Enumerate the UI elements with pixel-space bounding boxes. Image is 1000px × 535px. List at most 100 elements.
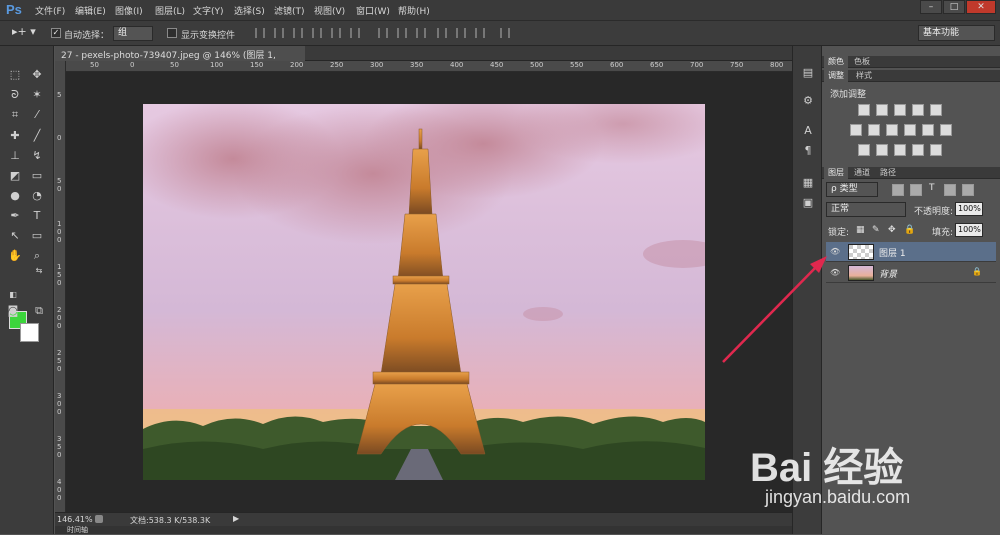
- timeline-panel-tab[interactable]: 时间轴: [55, 526, 792, 534]
- lock-all-icon[interactable]: 🔒: [904, 225, 915, 235]
- tab-adjustments[interactable]: 调整: [824, 70, 848, 82]
- menu-image[interactable]: 图像(I): [115, 4, 143, 17]
- posterize-icon[interactable]: [876, 144, 888, 156]
- distribute-vcenter-icon[interactable]: [397, 28, 407, 38]
- menu-select[interactable]: 选择(S): [234, 4, 265, 17]
- type-tool-icon[interactable]: T: [30, 209, 44, 223]
- distribute-hcenter-icon[interactable]: [456, 28, 466, 38]
- tab-paths[interactable]: 路径: [876, 167, 900, 179]
- menu-view[interactable]: 视图(V): [314, 4, 345, 17]
- healing-tool-icon[interactable]: ✚: [8, 129, 22, 143]
- menu-edit[interactable]: 编辑(E): [75, 4, 106, 17]
- selective-color-icon[interactable]: [930, 144, 942, 156]
- dodge-tool-icon[interactable]: ◔: [30, 189, 44, 203]
- hue-saturation-icon[interactable]: [850, 124, 862, 136]
- tab-styles[interactable]: 样式: [852, 70, 876, 82]
- filter-shape-icon[interactable]: [944, 184, 956, 196]
- character-panel-icon[interactable]: A: [801, 124, 815, 138]
- distribute-right-icon[interactable]: [475, 28, 485, 38]
- distribute-bottom-icon[interactable]: [416, 28, 426, 38]
- channel-mixer-icon[interactable]: [922, 124, 934, 136]
- maximize-button[interactable]: □: [943, 0, 965, 14]
- tab-swatches[interactable]: 色板: [850, 56, 874, 68]
- auto-select-checkbox[interactable]: ✓: [51, 28, 61, 38]
- swap-colors-icon[interactable]: ⇆: [32, 264, 46, 278]
- align-hcenter-icon[interactable]: [331, 28, 341, 38]
- layer-name[interactable]: 背景: [879, 267, 897, 280]
- horizontal-ruler[interactable]: 50 0 50 100 150 200 250 300 350 400 450 500 550 600 65…: [66, 61, 792, 72]
- blur-tool-icon[interactable]: ●: [8, 189, 22, 203]
- photo-filter-icon[interactable]: [904, 124, 916, 136]
- path-selection-tool-icon[interactable]: ↖: [8, 229, 22, 243]
- magic-wand-tool-icon[interactable]: ✶: [30, 88, 44, 102]
- move-tool-preset-icon[interactable]: ▸+ ▾: [12, 25, 36, 38]
- zoom-level[interactable]: 146.41%: [57, 515, 93, 524]
- tab-layers[interactable]: 图层: [824, 167, 848, 179]
- minimize-button[interactable]: –: [920, 0, 942, 14]
- threshold-icon[interactable]: [894, 144, 906, 156]
- align-top-icon[interactable]: [255, 28, 265, 38]
- zoom-tool-icon[interactable]: ⌕: [30, 249, 44, 263]
- eyedropper-tool-icon[interactable]: ⁄: [30, 108, 44, 122]
- distribute-left-icon[interactable]: [437, 28, 447, 38]
- distribute-top-icon[interactable]: [378, 28, 388, 38]
- align-bottom-icon[interactable]: [293, 28, 303, 38]
- background-color-swatch[interactable]: [20, 323, 39, 342]
- layer-filter-kind[interactable]: ρ 类型: [826, 182, 878, 197]
- filter-smart-object-icon[interactable]: [962, 184, 974, 196]
- align-right-icon[interactable]: [350, 28, 360, 38]
- fill-input[interactable]: 100%: [955, 223, 983, 237]
- invert-icon[interactable]: [858, 144, 870, 156]
- gradient-tool-icon[interactable]: ▭: [30, 169, 44, 183]
- info-panel-icon[interactable]: ▣: [801, 196, 815, 210]
- brush-tool-icon[interactable]: ╱: [30, 129, 44, 143]
- menu-layer[interactable]: 图层(L): [155, 4, 185, 17]
- hand-tool-icon[interactable]: ✋: [8, 249, 22, 263]
- close-window-button[interactable]: ✕: [966, 0, 996, 14]
- status-menu-arrow-icon[interactable]: ▶: [233, 514, 239, 523]
- tab-color[interactable]: 颜色: [824, 56, 848, 68]
- align-left-icon[interactable]: [312, 28, 322, 38]
- show-transform-checkbox[interactable]: [167, 28, 177, 38]
- vibrance-icon[interactable]: [930, 104, 942, 116]
- filter-type-icon[interactable]: T: [929, 183, 935, 193]
- rectangle-tool-icon[interactable]: ▭: [30, 229, 44, 243]
- layer-row-background[interactable]: 👁 背景 🔒: [826, 263, 996, 283]
- blend-mode-dropdown[interactable]: 正常: [826, 202, 906, 217]
- paragraph-panel-icon[interactable]: ¶: [801, 144, 815, 158]
- pen-tool-icon[interactable]: ✒: [8, 209, 22, 223]
- filter-adjustment-icon[interactable]: [910, 184, 922, 196]
- opacity-input[interactable]: 100%: [955, 202, 983, 216]
- history-brush-tool-icon[interactable]: ↯: [30, 149, 44, 163]
- quick-mask-icon[interactable]: ◙: [6, 304, 20, 318]
- default-colors-icon[interactable]: ◧: [6, 288, 20, 302]
- filter-pixel-icon[interactable]: [892, 184, 904, 196]
- layer-row-layer1[interactable]: 👁 图层 1: [826, 242, 996, 262]
- menu-help[interactable]: 帮助(H): [398, 4, 430, 17]
- marquee-tool-icon[interactable]: ⬚: [8, 68, 22, 82]
- vertical-ruler[interactable]: 5 0 5 0 1 0 0 1 5 0 2 0 0 2 5 0 3 0 0 3 5 0 4 0 0: [55, 61, 66, 512]
- clone-stamp-tool-icon[interactable]: ⊥: [8, 149, 22, 163]
- status-info-icon[interactable]: [95, 515, 103, 523]
- lock-position-icon[interactable]: ✥: [888, 225, 896, 235]
- levels-icon[interactable]: [876, 104, 888, 116]
- color-lookup-icon[interactable]: [940, 124, 952, 136]
- auto-select-dropdown[interactable]: 组: [113, 26, 153, 41]
- screen-mode-icon[interactable]: ⧉: [32, 304, 46, 318]
- exposure-icon[interactable]: [912, 104, 924, 116]
- actions-panel-icon[interactable]: ⚙: [801, 94, 815, 108]
- curves-icon[interactable]: [894, 104, 906, 116]
- menu-filter[interactable]: 滤镜(T): [274, 4, 305, 17]
- lock-transparent-icon[interactable]: ▦: [856, 225, 865, 235]
- tab-channels[interactable]: 通道: [850, 167, 874, 179]
- crop-tool-icon[interactable]: ⌗: [8, 108, 22, 122]
- menu-file[interactable]: 文件(F): [35, 4, 65, 17]
- black-white-icon[interactable]: [886, 124, 898, 136]
- menu-type[interactable]: 文字(Y): [193, 4, 224, 17]
- workspace-switcher[interactable]: 基本功能: [918, 25, 995, 41]
- eraser-tool-icon[interactable]: ◩: [8, 169, 22, 183]
- color-balance-icon[interactable]: [868, 124, 880, 136]
- history-panel-icon[interactable]: ▤: [801, 66, 815, 80]
- lasso-tool-icon[interactable]: ᘐ: [8, 88, 22, 102]
- brightness-contrast-icon[interactable]: [858, 104, 870, 116]
